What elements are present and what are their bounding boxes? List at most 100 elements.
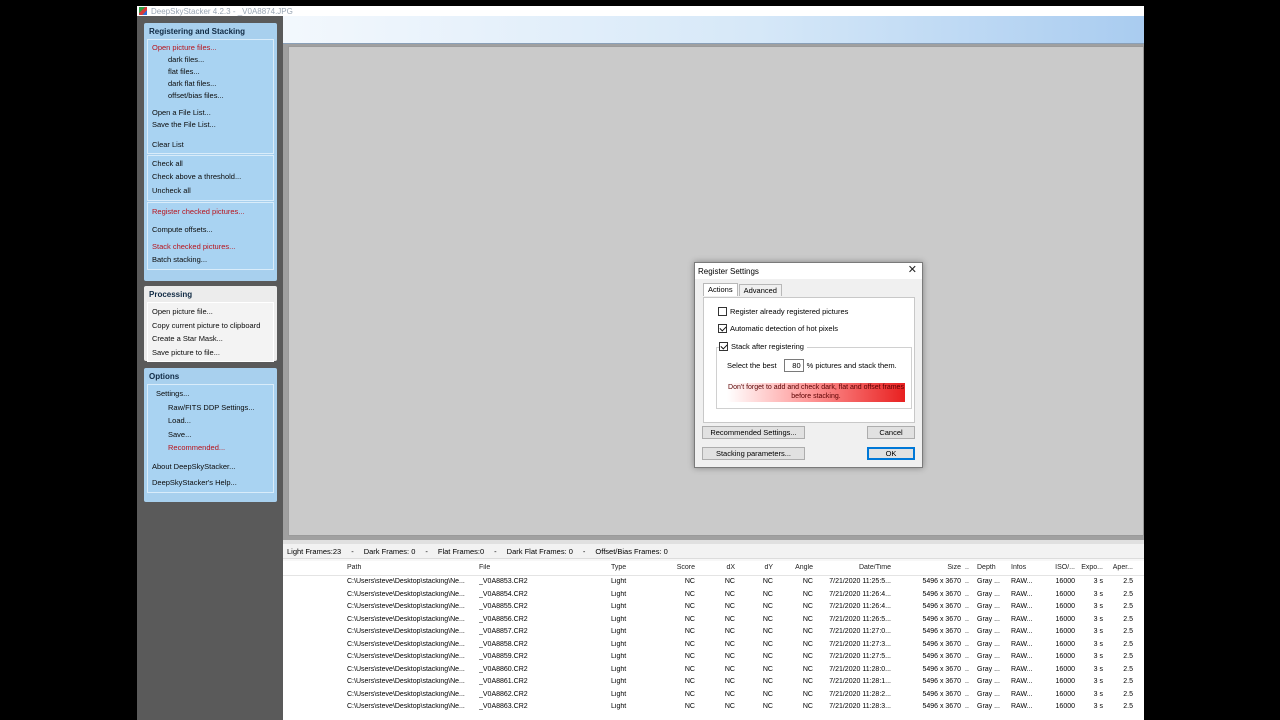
cell-iso: 16000 [1055, 678, 1075, 685]
col-header-depth[interactable]: Depth [977, 564, 1007, 571]
open-file-list-link[interactable]: Open a File List... [148, 107, 273, 119]
cell-type: Light [611, 690, 627, 698]
cell-dx: NC [724, 615, 735, 623]
check-above-threshold-link[interactable]: Check above a threshold... [148, 170, 273, 184]
auto-hot-pixels-option[interactable]: Automatic detection of hot pixels [718, 324, 838, 333]
copy-to-clipboard-link[interactable]: Copy current picture to clipboard [148, 319, 273, 333]
ok-button[interactable]: OK [867, 447, 915, 460]
cell-dot: .. [965, 615, 969, 623]
tab-actions[interactable]: Actions [703, 283, 738, 296]
register-already-checkbox[interactable] [718, 307, 727, 316]
counts-separator: - [425, 546, 428, 556]
cell-date: 7/21/2020 11:27:0... [829, 628, 891, 635]
col-header-type[interactable]: Type [611, 564, 647, 571]
cell-angle: NC [802, 703, 813, 710]
cell-dx: NC [724, 578, 735, 585]
table-row[interactable]: C:\Users\steve\Desktop\stacking\Ne... _V0… [283, 576, 1144, 589]
col-header-extra[interactable]: .. [965, 564, 973, 571]
col-header-iso[interactable]: ISO/... [1045, 564, 1075, 571]
raw-fits-settings-link[interactable]: Raw/FITS DDP Settings... [148, 401, 273, 415]
cell-angle: NC [802, 640, 813, 648]
cell-path: C:\Users\steve\Desktop\stacking\Ne... [347, 628, 465, 635]
save-picture-link[interactable]: Save picture to file... [148, 346, 273, 360]
cell-dx: NC [724, 703, 735, 710]
check-all-link[interactable]: Check all [148, 158, 273, 170]
table-row[interactable]: C:\Users\steve\Desktop\stacking\Ne... _V0… [283, 614, 1144, 627]
table-row[interactable]: C:\Users\steve\Desktop\stacking\Ne... _V0… [283, 601, 1144, 614]
dark-flat-files-link[interactable]: dark flat files... [148, 78, 273, 90]
open-picture-files-link[interactable]: Open picture files... [148, 42, 273, 54]
cell-file: _V0A8859.CR2 [479, 653, 528, 660]
sidebar: Registering and Stacking Open picture fi… [137, 16, 283, 720]
col-header-file[interactable]: File [479, 564, 607, 571]
col-header-infos[interactable]: Infos [1011, 564, 1041, 571]
cell-dx: NC [724, 603, 735, 610]
close-icon[interactable]: ✕ [908, 264, 917, 277]
dialog-title-bar: Register Settings ✕ [695, 263, 922, 279]
cell-depth: Gray ... [977, 690, 1000, 698]
batch-stacking-link[interactable]: Batch stacking... [148, 253, 273, 267]
register-already-option[interactable]: Register already registered pictures [718, 307, 848, 316]
about-link[interactable]: About DeepSkyStacker... [148, 460, 273, 474]
help-link[interactable]: DeepSkyStacker's Help... [148, 476, 273, 490]
dark-files-link[interactable]: dark files... [148, 54, 273, 66]
table-row[interactable]: C:\Users\steve\Desktop\stacking\Ne... _V0… [283, 664, 1144, 677]
col-header-date[interactable]: Date/Time [819, 564, 891, 571]
col-header-score[interactable]: Score [649, 564, 695, 571]
stack-after-option[interactable]: Stack after registering [719, 342, 807, 351]
offset-bias-files-link[interactable]: offset/bias files... [148, 90, 273, 102]
save-settings-link[interactable]: Save... [148, 428, 273, 442]
col-header-exposure[interactable]: Expo... [1077, 564, 1103, 571]
table-row[interactable]: C:\Users\steve\Desktop\stacking\Ne... _V0… [283, 689, 1144, 702]
cell-dx: NC [724, 628, 735, 635]
table-row[interactable]: C:\Users\steve\Desktop\stacking\Ne... _V0… [283, 626, 1144, 639]
tab-advanced[interactable]: Advanced [738, 284, 782, 296]
cell-date: 7/21/2020 11:27:5... [829, 653, 891, 660]
table-row[interactable]: C:\Users\steve\Desktop\stacking\Ne... _V0… [283, 651, 1144, 664]
register-checked-link[interactable]: Register checked pictures... [148, 205, 273, 219]
create-star-mask-link[interactable]: Create a Star Mask... [148, 332, 273, 346]
cell-path: C:\Users\steve\Desktop\stacking\Ne... [347, 678, 465, 685]
table-row[interactable]: C:\Users\steve\Desktop\stacking\Ne... _V0… [283, 701, 1144, 714]
load-settings-link[interactable]: Load... [148, 414, 273, 428]
cell-date: 7/21/2020 11:25:5... [829, 578, 891, 585]
stacking-parameters-button[interactable]: Stacking parameters... [702, 447, 805, 460]
stack-after-checkbox[interactable] [719, 342, 728, 351]
uncheck-all-link[interactable]: Uncheck all [148, 184, 273, 198]
recommended-settings-button[interactable]: Recommended Settings... [702, 426, 805, 439]
cell-aper: 2.5 [1123, 653, 1133, 660]
open-picture-file-link[interactable]: Open picture file... [148, 305, 273, 319]
flat-files-link[interactable]: flat files... [148, 66, 273, 78]
table-row[interactable]: C:\Users\steve\Desktop\stacking\Ne... _V0… [283, 639, 1144, 652]
clear-list-link[interactable]: Clear List [148, 139, 273, 151]
table-body: C:\Users\steve\Desktop\stacking\Ne... _V0… [283, 576, 1144, 714]
col-header-aperture[interactable]: Aper... [1109, 564, 1133, 571]
col-header-angle[interactable]: Angle [777, 564, 813, 571]
cell-expo: 3 s [1093, 678, 1103, 685]
cell-type: Light [611, 603, 627, 610]
registering-group-title: Registering and Stacking [149, 27, 246, 36]
col-header-dy[interactable]: dY [737, 564, 773, 571]
auto-hot-pixels-checkbox[interactable] [718, 324, 727, 333]
col-header-path[interactable]: Path [347, 564, 473, 571]
cell-date: 7/21/2020 11:28:0... [829, 665, 891, 673]
col-header-size[interactable]: Size [897, 564, 961, 571]
recommended-settings-link[interactable]: Recommended... [148, 441, 273, 455]
save-file-list-link[interactable]: Save the File List... [148, 119, 273, 131]
settings-link[interactable]: Settings... [148, 387, 273, 401]
cell-file: _V0A8854.CR2 [479, 590, 528, 598]
cell-dy: NC [762, 653, 773, 660]
col-header-dx[interactable]: dX [699, 564, 735, 571]
compute-offsets-link[interactable]: Compute offsets... [148, 224, 273, 236]
cell-date: 7/21/2020 11:28:3... [829, 703, 891, 710]
table-row[interactable]: C:\Users\steve\Desktop\stacking\Ne... _V0… [283, 676, 1144, 689]
cell-depth: Gray ... [977, 665, 1000, 673]
cell-aper: 2.5 [1123, 703, 1133, 710]
cell-expo: 3 s [1093, 640, 1103, 648]
cancel-button[interactable]: Cancel [867, 426, 915, 439]
cell-score: NC [684, 678, 695, 685]
best-percent-input[interactable]: 80 [783, 359, 804, 372]
table-row[interactable]: C:\Users\steve\Desktop\stacking\Ne... _V0… [283, 589, 1144, 602]
stack-checked-link[interactable]: Stack checked pictures... [148, 241, 273, 253]
counts-separator: - [351, 546, 354, 556]
